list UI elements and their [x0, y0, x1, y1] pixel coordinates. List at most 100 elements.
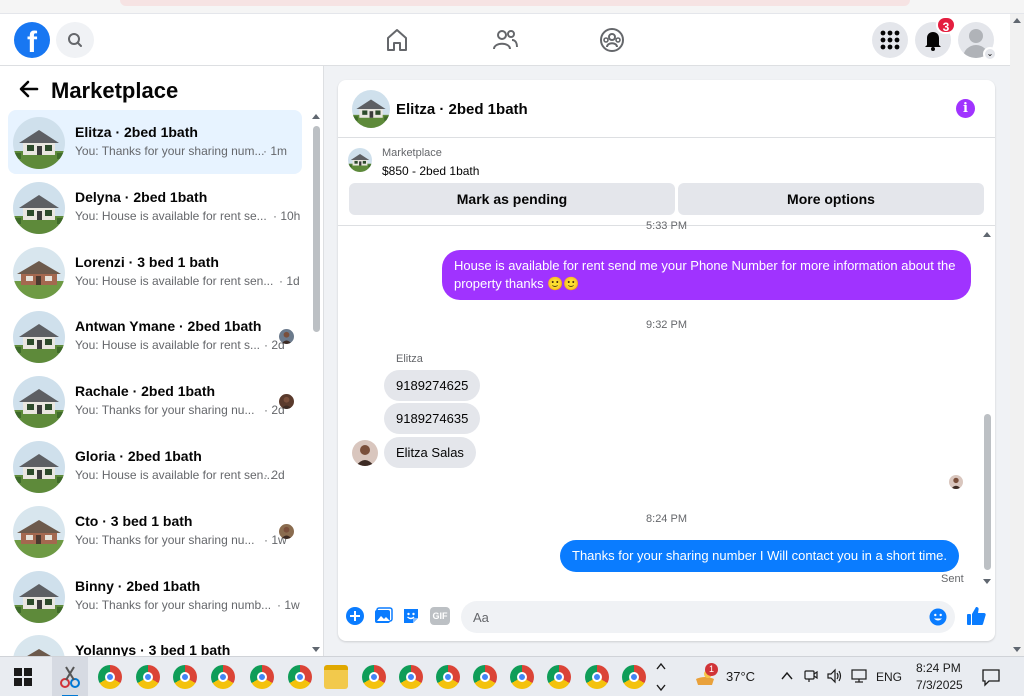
- outgoing-message[interactable]: House is available for rent send me your…: [442, 250, 971, 300]
- listing-source: Marketplace: [382, 147, 442, 159]
- friends-icon[interactable]: [491, 26, 519, 54]
- chat-scrollbar[interactable]: [981, 228, 995, 588]
- chrome-icon[interactable]: [362, 665, 386, 689]
- chrome-icon[interactable]: [399, 665, 423, 689]
- conversation-preview: You: House is available for rent sen...: [75, 468, 274, 482]
- clock-time[interactable]: 8:24 PM: [916, 661, 961, 675]
- conversation-time: · 1w: [277, 597, 300, 612]
- conversation-time: · 2d: [264, 468, 285, 482]
- conversation-item[interactable]: Cto · 3 bed 1 bath You: Thanks for your s…: [8, 499, 302, 563]
- chrome-icon[interactable]: [473, 665, 497, 689]
- facebook-logo[interactable]: f: [14, 22, 50, 58]
- timestamp: 9:32 PM: [646, 319, 687, 331]
- more-options-button[interactable]: More options: [678, 183, 984, 215]
- sender-avatar[interactable]: [352, 440, 378, 466]
- mark-as-pending-button[interactable]: Mark as pending: [349, 183, 675, 215]
- sidebar-scrollbar[interactable]: [310, 110, 322, 656]
- emoji-icon[interactable]: [929, 608, 947, 626]
- chrome-icon[interactable]: [288, 665, 312, 689]
- incoming-message[interactable]: 9189274625: [384, 370, 481, 401]
- info-icon[interactable]: i: [956, 99, 975, 118]
- taskbar-scroll-arrows-icon[interactable]: [655, 661, 667, 693]
- page-scrollbar[interactable]: [1010, 14, 1024, 656]
- scroll-up-arrow-icon[interactable]: [983, 232, 991, 237]
- network-icon[interactable]: [850, 668, 868, 684]
- windows-taskbar: 1 37°C ENG 8:24 PM 7/3/2025: [0, 656, 1024, 696]
- chat-title[interactable]: Elitza · 2bed 1bath: [396, 101, 528, 118]
- seen-indicator-avatar: [279, 394, 294, 410]
- menu-button[interactable]: [872, 22, 908, 58]
- chevron-down-icon[interactable]: ⌄: [983, 47, 997, 61]
- chrome-icon[interactable]: [211, 665, 235, 689]
- thumbs-up-icon[interactable]: [965, 605, 987, 627]
- chevron-up-icon[interactable]: [780, 670, 794, 682]
- sidebar-header: Marketplace: [0, 66, 323, 110]
- scroll-down-arrow-icon[interactable]: [312, 647, 320, 652]
- chat-panel: Elitza · 2bed 1bath i Marketplace $850 -…: [338, 80, 995, 641]
- sidebar-title: Marketplace: [51, 78, 179, 103]
- meet-now-icon[interactable]: [803, 668, 819, 684]
- back-arrow-icon[interactable]: [18, 78, 40, 100]
- incoming-message[interactable]: Elitza Salas: [384, 437, 476, 468]
- conversation-item[interactable]: Binny · 2bed 1bath You: Thanks for your s…: [8, 564, 302, 628]
- conversation-preview: You: Thanks for your sharing numb...: [75, 597, 272, 612]
- conversation-preview: You: House is available for rent se...: [75, 208, 267, 223]
- chrome-icon[interactable]: [250, 665, 274, 689]
- chrome-icon[interactable]: [136, 665, 160, 689]
- snipping-tool-icon: [60, 666, 80, 688]
- conversation-name: Cto · 3 bed 1 bath: [75, 512, 193, 529]
- photo-icon[interactable]: [373, 606, 393, 626]
- plus-circle-icon[interactable]: [345, 606, 365, 626]
- chrome-icon[interactable]: [436, 665, 460, 689]
- scroll-down-arrow-icon[interactable]: [983, 579, 991, 584]
- weather-temperature[interactable]: 37°C: [726, 669, 755, 684]
- conversation-item[interactable]: Gloria · 2bed 1bath You: House is availab…: [8, 434, 302, 498]
- notification-center-icon[interactable]: [981, 667, 1001, 687]
- sent-status: Sent: [941, 573, 964, 585]
- conversation-preview: You: Thanks for your sharing num...: [75, 144, 265, 158]
- gif-icon[interactable]: GIF: [430, 607, 450, 625]
- windows-start-icon[interactable]: [14, 668, 32, 686]
- scroll-up-arrow-icon[interactable]: [1013, 18, 1021, 23]
- message-composer: GIF Aa: [338, 595, 995, 641]
- scrollbar-thumb[interactable]: [984, 414, 991, 570]
- active-app-indicator[interactable]: [52, 657, 88, 696]
- chrome-icon[interactable]: [547, 665, 571, 689]
- conversation-item[interactable]: Lorenzi · 3 bed 1 bath You: House is avai…: [8, 240, 302, 304]
- seen-indicator-avatar: [949, 475, 963, 489]
- conversation-item[interactable]: Rachale · 2bed 1bath You: Thanks for your…: [8, 369, 302, 433]
- conversation-item[interactable]: Yolannys · 3 bed 1 bath: [8, 628, 302, 656]
- conversation-item[interactable]: Delyna · 2bed 1bath You: House is availab…: [8, 175, 302, 239]
- scrollbar-thumb[interactable]: [313, 126, 320, 332]
- listing-thumbnail: [13, 570, 65, 623]
- listing-thumbnail: [13, 181, 65, 234]
- conversation-time: · 1d: [279, 273, 300, 288]
- language-indicator[interactable]: ENG: [876, 670, 902, 684]
- chrome-icon[interactable]: [585, 665, 609, 689]
- message-thread: 5:33 PM House is available for rent send…: [338, 220, 995, 588]
- file-explorer-icon[interactable]: [324, 665, 348, 689]
- listing-thumbnail[interactable]: [348, 148, 372, 172]
- outgoing-message[interactable]: Thanks for your sharing number I Will co…: [560, 540, 959, 572]
- chrome-icon[interactable]: [98, 665, 122, 689]
- home-icon[interactable]: [383, 26, 411, 54]
- search-button[interactable]: [56, 22, 94, 58]
- scroll-up-arrow-icon[interactable]: [312, 114, 320, 119]
- chrome-icon[interactable]: [173, 665, 197, 689]
- conversation-name: Gloria · 2bed 1bath: [75, 448, 202, 464]
- sticker-icon[interactable]: [401, 606, 421, 626]
- chat-avatar[interactable]: [352, 90, 390, 128]
- listing-title[interactable]: $850 - 2bed 1bath: [382, 164, 479, 178]
- incoming-message[interactable]: 9189274635: [384, 403, 481, 434]
- message-input[interactable]: Aa: [461, 601, 955, 633]
- chrome-icon[interactable]: [622, 665, 646, 689]
- groups-icon[interactable]: [598, 26, 626, 54]
- conversation-name: Elitza · 2bed 1bath: [75, 124, 198, 140]
- conversation-item[interactable]: Elitza · 2bed 1bath You: Thanks for your …: [8, 110, 302, 174]
- clock-date[interactable]: 7/3/2025: [916, 678, 963, 692]
- conversation-item[interactable]: Antwan Ymane · 2bed 1bath You: House is a…: [8, 304, 302, 368]
- sender-name: Elitza: [396, 353, 423, 365]
- chrome-icon[interactable]: [510, 665, 534, 689]
- scroll-down-arrow-icon[interactable]: [1013, 647, 1021, 652]
- volume-icon[interactable]: [826, 668, 844, 684]
